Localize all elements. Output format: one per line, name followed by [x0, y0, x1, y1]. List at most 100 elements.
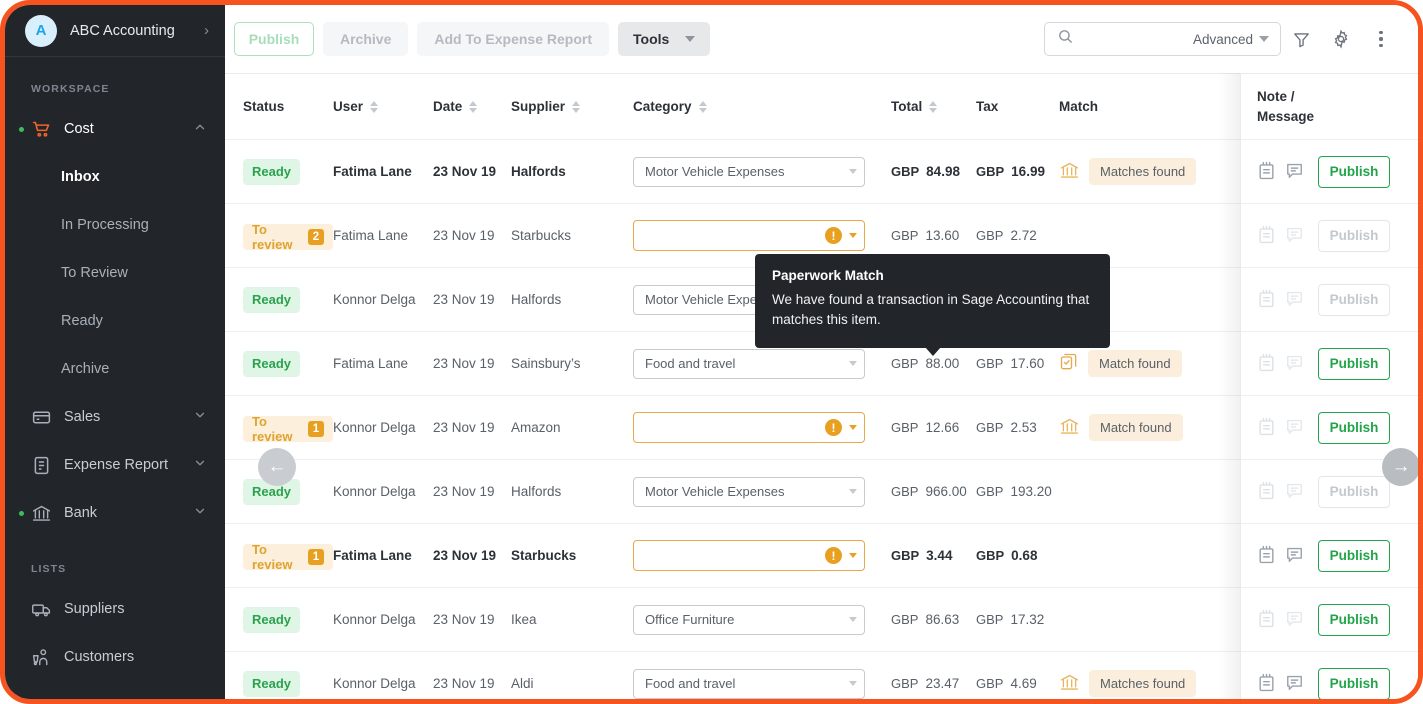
sidebar-item-bank[interactable]: Bank	[5, 489, 225, 537]
chevron-down-icon[interactable]	[193, 456, 207, 475]
sidebar-item-ready[interactable]: Ready	[5, 297, 225, 345]
table-row[interactable]: To review 1 Konnor Delga 23 Nov 19 Amazon! GB…	[225, 395, 1418, 460]
column-header-category[interactable]: Category	[633, 73, 891, 140]
advanced-search-label[interactable]: Advanced	[1193, 32, 1253, 47]
sidebar-item-sales[interactable]: Sales	[5, 393, 225, 441]
note-icon[interactable]	[1257, 609, 1276, 631]
note-icon[interactable]	[1257, 673, 1276, 695]
sidebar-item-expense-report[interactable]: Expense Report	[5, 441, 225, 489]
cell-total: GBP 23.47	[891, 651, 976, 699]
column-header-supplier[interactable]: Supplier	[511, 73, 633, 140]
filter-button[interactable]	[1281, 19, 1321, 59]
cell-action: Publish	[1318, 267, 1418, 332]
column-header-total[interactable]: Total	[891, 73, 976, 140]
note-icon[interactable]	[1257, 481, 1276, 503]
cell-match	[1059, 587, 1238, 652]
cell-user: Konnor Delga	[333, 587, 433, 652]
table-row[interactable]: To review 1 Fatima Lane 23 Nov 19 Starbucks!…	[225, 523, 1418, 588]
table-row[interactable]: Ready Konnor Delga 23 Nov 19 Ikea Office Fur…	[225, 587, 1418, 652]
note-icon[interactable]	[1257, 225, 1276, 247]
category-select[interactable]: Motor Vehicle Expenses	[633, 156, 865, 187]
settings-button[interactable]	[1321, 19, 1361, 59]
column-header-user[interactable]: User	[333, 73, 433, 140]
sort-icon[interactable]	[929, 100, 938, 113]
note-icon[interactable]	[1257, 289, 1276, 311]
tools-button[interactable]: Tools	[618, 22, 711, 56]
sidebar-item-cost[interactable]: Cost	[5, 105, 225, 153]
match-badge[interactable]: Matches found	[1089, 670, 1197, 697]
column-header-tax[interactable]: Tax	[976, 73, 1059, 140]
currency: GBP	[891, 548, 920, 563]
sort-icon[interactable]	[698, 100, 707, 113]
category-select[interactable]: Office Furniture	[633, 604, 865, 635]
add-to-expense-report-button[interactable]: Add To Expense Report	[417, 22, 610, 56]
cell-date: 23 Nov 19	[433, 203, 511, 268]
message-icon[interactable]	[1285, 673, 1304, 695]
chevron-down-icon[interactable]	[193, 408, 207, 427]
note-icon[interactable]	[1257, 353, 1276, 375]
note-icon[interactable]	[1257, 417, 1276, 439]
organization-switcher[interactable]: A ABC Accounting ›	[5, 5, 225, 57]
match-badge[interactable]: Match found	[1089, 414, 1183, 441]
category-select[interactable]: !	[633, 412, 865, 443]
chevron-down-icon[interactable]	[1259, 36, 1269, 42]
message-icon[interactable]	[1285, 161, 1304, 183]
currency: GBP	[976, 228, 1004, 243]
category-select[interactable]: Food and travel	[633, 348, 865, 379]
chevron-up-icon[interactable]	[193, 120, 207, 139]
category-select[interactable]: !	[633, 540, 865, 571]
row-publish-button[interactable]: Publish	[1318, 347, 1390, 380]
more-options-button[interactable]	[1361, 19, 1401, 59]
card-icon	[31, 407, 52, 428]
note-icon[interactable]	[1257, 161, 1276, 183]
sidebar-item-archive[interactable]: Archive	[5, 345, 225, 393]
row-publish-button[interactable]: Publish	[1318, 603, 1390, 636]
row-publish-button[interactable]: Publish	[1318, 155, 1390, 188]
note-icon[interactable]	[1257, 545, 1276, 567]
column-header-match[interactable]: Match	[1059, 73, 1238, 140]
column-header-date[interactable]: Date	[433, 73, 511, 140]
match-badge[interactable]: Match found	[1088, 350, 1182, 377]
category-select[interactable]: !	[633, 220, 865, 251]
table-row[interactable]: Ready Konnor Delga 23 Nov 19 Aldi Food and t…	[225, 651, 1418, 699]
message-icon[interactable]	[1285, 225, 1304, 247]
message-icon[interactable]	[1285, 417, 1304, 439]
status-label: Ready	[252, 164, 292, 179]
table-row[interactable]: Ready Konnor Delga 23 Nov 19 Halfords Motor …	[225, 459, 1418, 524]
sidebar-item-inbox[interactable]: Inbox	[5, 153, 225, 201]
match-badge[interactable]: Matches found	[1089, 158, 1197, 185]
message-icon[interactable]	[1285, 481, 1304, 503]
sort-icon[interactable]	[572, 100, 581, 113]
sidebar-item-customers[interactable]: Customers	[5, 633, 225, 681]
search-box[interactable]: Advanced	[1044, 22, 1281, 56]
total-amount: 3.44	[926, 548, 953, 563]
sidebar-item-in-processing[interactable]: In Processing	[5, 201, 225, 249]
sidebar-item-suppliers[interactable]: Suppliers	[5, 585, 225, 633]
archive-button[interactable]: Archive	[323, 22, 409, 56]
sort-icon[interactable]	[469, 100, 478, 113]
cell-action: Publish	[1318, 587, 1418, 652]
table-row[interactable]: Ready Fatima Lane 23 Nov 19 Halfords Motor V…	[225, 139, 1418, 204]
column-header-status[interactable]: Status	[225, 73, 333, 140]
cell-action: Publish	[1318, 203, 1418, 268]
sidebar-item-to-review[interactable]: To Review	[5, 249, 225, 297]
sort-icon[interactable]	[370, 100, 379, 113]
scroll-left-button[interactable]: ←	[258, 448, 296, 486]
category-select[interactable]: Food and travel	[633, 668, 865, 699]
row-publish-button[interactable]: Publish	[1318, 539, 1390, 572]
column-label: Supplier	[511, 99, 566, 114]
search-input[interactable]	[1080, 31, 1187, 47]
sidebar-item-label: Cost	[64, 121, 94, 137]
message-icon[interactable]	[1285, 353, 1304, 375]
row-publish-button[interactable]: Publish	[1318, 667, 1390, 699]
chevron-down-icon[interactable]	[193, 504, 207, 523]
publish-button[interactable]: Publish	[234, 22, 314, 56]
chevron-right-icon[interactable]: ›	[204, 22, 209, 39]
message-icon[interactable]	[1285, 289, 1304, 311]
scroll-right-button[interactable]: →	[1382, 448, 1418, 486]
cell-note-message	[1238, 459, 1318, 524]
category-select[interactable]: Motor Vehicle Expenses	[633, 476, 865, 507]
message-icon[interactable]	[1285, 545, 1304, 567]
row-publish-button[interactable]: Publish	[1318, 411, 1390, 444]
message-icon[interactable]	[1285, 609, 1304, 631]
